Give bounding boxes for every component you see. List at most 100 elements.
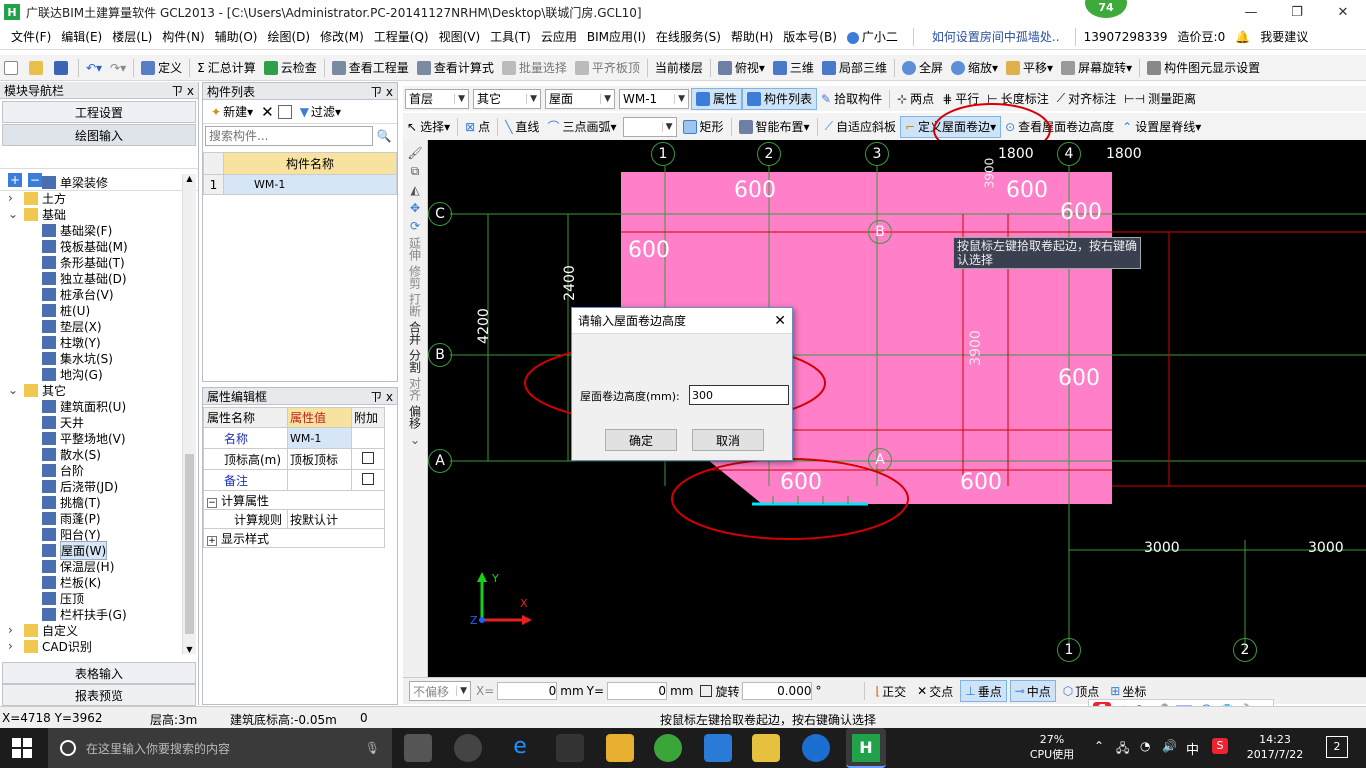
app-plus-icon[interactable] (704, 734, 732, 762)
component-name-cell[interactable]: WM-1 (223, 174, 397, 195)
menu-aux[interactable]: 辅助(O) (210, 28, 263, 45)
save-icon[interactable] (50, 57, 75, 79)
property-value[interactable]: 按默认计 (287, 509, 385, 529)
arc-option-select[interactable]: ▼ (622, 116, 677, 137)
tree-item[interactable]: 天井 (0, 414, 182, 430)
set-ridge-button[interactable]: ⌃ 设置屋脊线 ▾ (1118, 116, 1205, 138)
x-offset-input[interactable] (497, 682, 558, 700)
tree-item[interactable]: 垫层(X) (0, 318, 182, 334)
minimize-button[interactable]: — (1228, 0, 1274, 24)
flat-slab-button[interactable]: 平齐板顶 (571, 57, 644, 79)
point-button[interactable]: ⊠ 点 (461, 116, 494, 138)
menu-tools[interactable]: 工具(T) (485, 28, 536, 45)
collapse-chevron-icon[interactable]: ⌄ (8, 207, 20, 221)
dialog-close-icon[interactable]: ✕ (774, 313, 786, 329)
gld-g-icon[interactable] (802, 734, 830, 762)
tree-item[interactable]: 栏板(K) (0, 574, 182, 590)
tree-item[interactable]: 散水(S) (0, 446, 182, 462)
display-style-group[interactable]: + 显示样式 (203, 528, 385, 548)
draw-input-button[interactable]: 绘图输入 (2, 124, 196, 146)
cancel-button[interactable]: 取消 (692, 429, 764, 451)
extend-button[interactable]: 延伸 (407, 237, 424, 261)
sum-calc-button[interactable]: Σ 汇总计算 (193, 57, 260, 79)
tree-item[interactable]: 地沟(G) (0, 366, 182, 382)
property-row-top-elev[interactable]: 顶标高(m) 顶板顶标 (203, 448, 385, 470)
tree-item[interactable]: 单梁装修 (0, 174, 182, 190)
length-mark-button[interactable]: ⊢ 长度标注 (983, 88, 1052, 110)
menu-online[interactable]: 在线服务(S) (651, 28, 726, 45)
redo-icon[interactable]: ↷▾ (106, 57, 130, 79)
menu-floor[interactable]: 楼层(L) (107, 28, 157, 45)
property-value[interactable]: 顶板顶标 (287, 448, 352, 470)
new-file-icon[interactable] (0, 57, 25, 79)
trim-button[interactable]: 修剪 (407, 265, 424, 289)
engineering-settings-button[interactable]: 工程设置 (2, 101, 196, 123)
top-view-button[interactable]: 俯视 ▾ (714, 57, 769, 79)
tree-item[interactable]: 独立基础(D) (0, 270, 182, 286)
close-button[interactable]: ✕ (1320, 0, 1366, 24)
display-settings-button[interactable]: 构件图元显示设置 (1143, 57, 1264, 79)
menu-tip-link[interactable]: 如何设置房间中孤墙处.. (927, 28, 1065, 45)
app-swirl-icon[interactable] (454, 734, 482, 762)
parallel-button[interactable]: ⋕ 平行 (938, 88, 983, 110)
merge-button[interactable]: 合并 (407, 321, 424, 345)
notification-badge[interactable]: 74 (1085, 0, 1127, 18)
ortho-toggle[interactable]: ⌊ 正交 (871, 680, 910, 702)
property-row-calc-rule[interactable]: 计算规则 按默认计 (203, 509, 385, 529)
mirror-icon[interactable]: ◭ (410, 183, 419, 197)
screen-rotate-button[interactable]: 屏幕旋转 ▾ (1057, 57, 1136, 79)
tree-item[interactable]: 平整场地(V) (0, 430, 182, 446)
pan-button[interactable]: 平移 ▾ (1002, 57, 1057, 79)
brush-icon[interactable]: 🖌 (407, 146, 422, 160)
tree-item[interactable]: 桩(U) (0, 302, 182, 318)
menu-assistant[interactable]: 广小二 (842, 28, 903, 45)
cloud-check-button[interactable]: 云检查 (260, 57, 321, 79)
rectangle-button[interactable]: 矩形 (679, 116, 728, 138)
tree-item[interactable]: 柱墩(Y) (0, 334, 182, 350)
offset-select[interactable]: 不偏移 ▼ (409, 681, 471, 701)
three-d-button[interactable]: 三维 (769, 57, 818, 79)
tree-item[interactable]: › CAD识别 (0, 638, 182, 654)
property-value[interactable] (287, 469, 352, 491)
filter-button[interactable]: ▼ 过滤 ▾ (296, 101, 345, 123)
expand-chevron-icon[interactable]: › (8, 639, 20, 653)
new-component-button[interactable]: ✦ 新建 ▾ (207, 101, 257, 123)
three-point-arc-button[interactable]: ⌒ 三点画弧 ▾ (543, 116, 620, 138)
pick-component-button[interactable]: ✎ 拾取构件 (817, 88, 886, 110)
wifi-icon[interactable]: ◔ (1140, 739, 1150, 753)
element-instance-select[interactable]: WM-1 ▼ (619, 88, 689, 109)
ime-indicator[interactable]: 中 (1186, 739, 1199, 758)
table-input-button[interactable]: 表格输入 (2, 662, 196, 684)
split-button[interactable]: 分割 (407, 349, 424, 373)
delete-icon[interactable]: ✕ (261, 103, 274, 121)
tree-item[interactable]: 压顶 (0, 590, 182, 606)
store-icon[interactable] (556, 734, 584, 762)
volume-icon[interactable]: 🔊 (1162, 739, 1177, 753)
maximize-button[interactable]: ❐ (1274, 0, 1320, 24)
menu-quantity[interactable]: 工程量(Q) (369, 28, 434, 45)
fullscreen-button[interactable]: 全屏 (898, 57, 947, 79)
floor-select[interactable]: 首层 ▼ (405, 88, 469, 109)
define-button[interactable]: 定义 (137, 57, 186, 79)
notes-icon[interactable] (752, 734, 780, 762)
taskbar-search-box[interactable]: 在这里输入你要搜索的内容 🎙 (48, 728, 392, 768)
edge-browser-icon[interactable]: e (506, 734, 534, 762)
ok-button[interactable]: 确定 (605, 429, 677, 451)
extra-checkbox[interactable] (362, 451, 374, 464)
attribute-button[interactable]: 属性 (691, 87, 743, 110)
menu-component[interactable]: 构件(N) (157, 28, 209, 45)
break-button[interactable]: 打断 (407, 293, 424, 317)
menu-cloud[interactable]: 云应用 (536, 28, 582, 45)
bell-icon[interactable]: 🔔 (1230, 30, 1255, 44)
line-button[interactable]: ╲ 直线 (501, 116, 543, 138)
menu-draw[interactable]: 绘图(D) (262, 28, 315, 45)
task-view-icon[interactable] (404, 734, 432, 762)
calc-attr-group[interactable]: − 计算属性 (203, 490, 385, 510)
search-icon[interactable]: 🔍 (373, 129, 395, 143)
property-row-remark[interactable]: 备注 (203, 469, 385, 491)
expand-chevron-icon[interactable]: › (8, 191, 20, 205)
current-floor-button[interactable]: 当前楼层 (651, 57, 707, 79)
menu-edit[interactable]: 编辑(E) (56, 28, 107, 45)
undo-icon[interactable]: ↶▾ (82, 57, 106, 79)
category-select[interactable]: 其它 ▼ (473, 88, 541, 109)
